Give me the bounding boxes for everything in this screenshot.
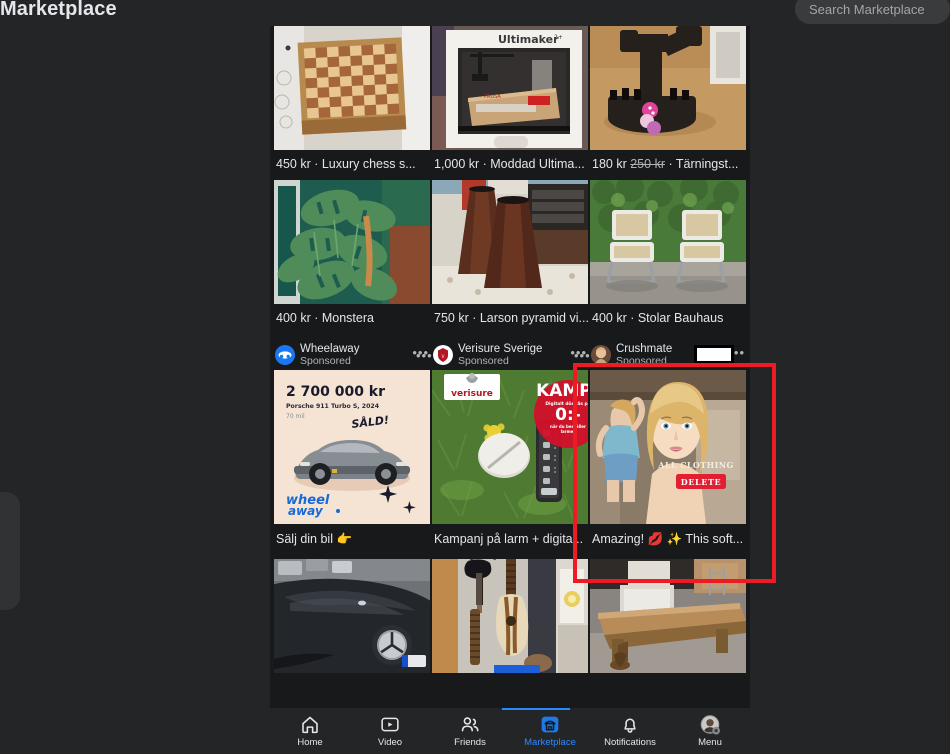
home-icon bbox=[302, 716, 318, 734]
sponsored-label: Sponsored bbox=[300, 354, 351, 367]
svg-text:DELETE: DELETE bbox=[681, 477, 721, 487]
svg-text:KAMPANJ: KAMPANJ bbox=[536, 381, 588, 401]
sponsored-row: Wheelaway Sponsored ••• 2 700 000 kr Por… bbox=[270, 334, 750, 547]
more-options-icon[interactable]: ••• bbox=[416, 348, 433, 363]
listing-card[interactable]: 400 kr · Monstera bbox=[274, 180, 430, 334]
sponsored-header: Wheelaway Sponsored ••• bbox=[274, 340, 430, 370]
svg-text:70 mil: 70 mil bbox=[286, 413, 305, 420]
nav-item-home[interactable]: Home bbox=[270, 714, 350, 748]
advertiser-logo-icon bbox=[591, 345, 611, 365]
advertiser-logo-icon bbox=[275, 345, 295, 365]
listing-caption: 400 kr · Stolar Bauhaus bbox=[592, 311, 724, 325]
active-tab-underline bbox=[502, 708, 570, 710]
sponsored-caption: Sälj din bil 👉 bbox=[276, 532, 353, 546]
sponsored-header: ••• Crushmate Sponsored ••• bbox=[574, 340, 746, 370]
listing-caption: 1,000 kr · Moddad Ultima... bbox=[434, 157, 585, 171]
advertiser-info: Wheelaway Sponsored bbox=[300, 343, 407, 368]
nav-label: Video bbox=[377, 737, 403, 748]
sponsored-header: ••• V Verisure Sverige Sponsored ••• bbox=[416, 340, 588, 370]
listing-old-price: 250 kr bbox=[630, 157, 665, 171]
svg-text:Ultimaker: Ultimaker bbox=[498, 33, 559, 46]
listing-card[interactable] bbox=[274, 559, 430, 673]
nav-item-menu[interactable]: Menu bbox=[670, 714, 750, 748]
listing-image-guitars[interactable] bbox=[432, 559, 588, 673]
nav-item-video[interactable]: Video bbox=[350, 714, 430, 748]
listing-image-larson-speakers[interactable] bbox=[432, 180, 588, 304]
svg-text:2+: 2+ bbox=[554, 34, 563, 41]
listing-card[interactable]: 450 kr · Luxury chess s... bbox=[274, 26, 430, 180]
listing-card[interactable]: 750 kr · Larson pyramid vi... bbox=[432, 180, 588, 334]
svg-text:larmet: larmet bbox=[561, 429, 576, 434]
listing-row-1: 450 kr · Luxury chess s... Ultimaker 2+ bbox=[270, 26, 750, 180]
listing-title: · Tärningst... bbox=[668, 157, 739, 171]
search-input[interactable]: Search Marketplace bbox=[795, 0, 950, 24]
listing-price: 180 kr bbox=[592, 157, 627, 171]
search-placeholder: Search Marketplace bbox=[809, 1, 925, 17]
redaction-block bbox=[694, 345, 734, 364]
listing-row-2: 400 kr · Monstera 750 kr · Larson pyrami… bbox=[270, 180, 750, 334]
listing-card[interactable]: 180 kr 250 kr · Tärningst... bbox=[590, 26, 746, 180]
edge-handle bbox=[0, 492, 20, 610]
listing-image-wooden-table[interactable] bbox=[590, 559, 746, 673]
svg-text:Porsche 911 Turbo S, 2024: Porsche 911 Turbo S, 2024 bbox=[286, 403, 380, 410]
listing-image-bauhaus-chairs[interactable] bbox=[590, 180, 746, 304]
svg-text:PRUSA: PRUSA bbox=[484, 94, 501, 100]
marketplace-feed[interactable]: 450 kr · Luxury chess s... Ultimaker 2+ bbox=[270, 26, 750, 716]
nav-label: Menu bbox=[698, 737, 722, 748]
sponsored-image-verisure[interactable]: verisure KAMP Digitalt dörrlås på 0:- nä… bbox=[432, 370, 588, 524]
sponsored-card-verisure[interactable]: ••• V Verisure Sverige Sponsored ••• ver… bbox=[416, 340, 588, 547]
sponsored-label: Sponsored bbox=[458, 354, 509, 367]
listing-caption: 450 kr · Luxury chess s... bbox=[276, 157, 416, 171]
left-gutter bbox=[0, 0, 270, 754]
advertiser-name: Wheelaway bbox=[300, 342, 360, 355]
nav-item-notifications[interactable]: Notifications bbox=[590, 714, 670, 748]
nav-item-friends[interactable]: Friends bbox=[430, 714, 510, 748]
bell-icon bbox=[624, 718, 636, 733]
listing-card[interactable] bbox=[432, 559, 588, 673]
sponsored-caption: Kampanj på larm + digita... bbox=[434, 532, 584, 546]
nav-label: Home bbox=[297, 737, 323, 748]
svg-text:0:-: 0:- bbox=[555, 405, 581, 425]
listing-row-3 bbox=[270, 547, 750, 673]
top-bar: Marketplace Search Marketplace bbox=[0, 0, 950, 26]
right-gutter bbox=[750, 0, 950, 754]
sponsored-image-crushmate[interactable]: ALL CLOTHING DELETE bbox=[590, 370, 746, 524]
nav-item-marketplace[interactable]: Marketplace bbox=[510, 714, 590, 748]
sponsored-caption: Amazing! 💋 ✨ This soft... bbox=[592, 532, 744, 546]
listing-image-monstera[interactable] bbox=[274, 180, 430, 304]
more-options-icon[interactable]: ••• bbox=[574, 348, 591, 363]
listing-card[interactable]: Ultimaker 2+ PRUSA 1,000 kr · Moddad Ult… bbox=[432, 26, 588, 180]
sponsored-image-wheelaway[interactable]: 2 700 000 kr Porsche 911 Turbo S, 2024 7… bbox=[274, 370, 430, 524]
listing-image-ultimaker[interactable]: Ultimaker 2+ PRUSA bbox=[432, 26, 588, 150]
nav-label: Notifications bbox=[604, 737, 656, 748]
sponsored-card-crushmate[interactable]: ••• Crushmate Sponsored ••• ALL CLOTHING… bbox=[574, 340, 746, 547]
svg-text:V: V bbox=[442, 354, 445, 359]
advertiser-name: Verisure Sverige bbox=[458, 342, 543, 355]
advertiser-info: Verisure Sverige Sponsored bbox=[458, 343, 565, 368]
video-icon bbox=[381, 717, 399, 732]
marketplace-icon bbox=[541, 716, 559, 733]
avatar-menu-icon bbox=[700, 715, 720, 735]
listing-image-mercedes[interactable] bbox=[274, 559, 430, 673]
listing-caption: 400 kr · Monstera bbox=[276, 311, 374, 325]
nav-label: Friends bbox=[454, 737, 486, 748]
svg-text:ALL CLOTHING: ALL CLOTHING bbox=[657, 460, 733, 470]
nav-label: Marketplace bbox=[524, 737, 576, 748]
listing-card[interactable] bbox=[590, 559, 746, 673]
listing-image-dice-tower[interactable] bbox=[590, 26, 746, 150]
bottom-navigation: Home Video Friends Marketplace Notificat… bbox=[270, 708, 750, 754]
page-title: Marketplace bbox=[0, 0, 117, 20]
svg-text:away: away bbox=[288, 504, 324, 518]
svg-text:2 700 000 kr: 2 700 000 kr bbox=[286, 384, 385, 400]
sponsored-card-wheelaway[interactable]: Wheelaway Sponsored ••• 2 700 000 kr Por… bbox=[274, 340, 430, 547]
svg-text:verisure: verisure bbox=[451, 389, 493, 399]
listing-image-chess[interactable] bbox=[274, 26, 430, 150]
advertiser-logo-icon: V bbox=[433, 345, 453, 365]
listing-caption: 750 kr · Larson pyramid vi... bbox=[434, 311, 588, 325]
listing-card[interactable]: 400 kr · Stolar Bauhaus bbox=[590, 180, 746, 334]
listing-caption: 180 kr 250 kr · Tärningst... bbox=[590, 150, 746, 180]
marketplace-screen: Marketplace Search Marketplace 450 kr · … bbox=[0, 0, 950, 754]
friends-icon bbox=[461, 717, 479, 732]
